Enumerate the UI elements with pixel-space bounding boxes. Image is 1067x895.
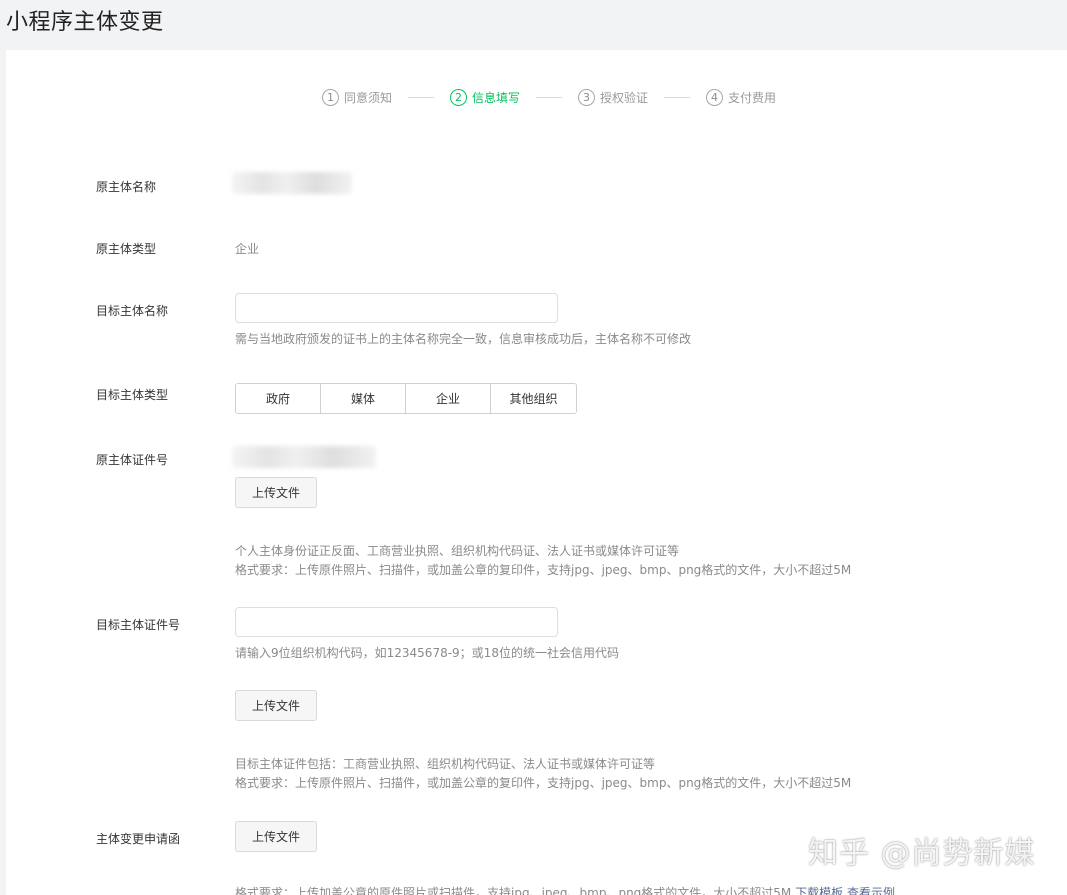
target-name-input[interactable] — [235, 293, 558, 323]
letter-label: 主体变更申请函 — [96, 832, 181, 846]
letter-format-hint: 格式要求：上传加盖公章的原件照片或扫描件，支持jpg、jpeg、bmp、png格… — [235, 884, 895, 895]
target-cert-format-hint: 格式要求：上传原件照片、扫描件，或加盖公章的复印件，支持jpg、jpeg、bmp… — [235, 776, 852, 790]
step-number: 2 — [450, 88, 468, 106]
target-type-option-enterprise[interactable]: 企业 — [406, 384, 491, 413]
orig-name-label: 原主体名称 — [96, 180, 157, 194]
step-info-fill: 2 信息填写 — [450, 88, 521, 106]
target-cert-types-hint: 目标主体证件包括：工商营业执照、组织机构代码证、法人证书或媒体许可证等 — [235, 757, 656, 771]
step-label: 信息填写 — [472, 90, 521, 105]
orig-cert-format-hint: 格式要求：上传原件照片、扫描件，或加盖公章的复印件，支持jpg、jpeg、bmp… — [235, 563, 852, 577]
orig-type-value: 企业 — [235, 242, 260, 256]
step-auth: 3 授权验证 — [578, 88, 649, 106]
target-cert-label: 目标主体证件号 — [96, 618, 181, 632]
step-label: 同意须知 — [344, 90, 393, 105]
step-number: 3 — [578, 88, 596, 106]
step-agree: 1 同意须知 — [322, 88, 393, 106]
target-type-selector: 政府 媒体 企业 其他组织 — [235, 383, 577, 414]
target-type-label: 目标主体类型 — [96, 388, 169, 402]
step-divider — [408, 96, 435, 98]
watermark: 知乎 @尚势新媒 — [808, 836, 1036, 871]
step-indicator: 1 同意须知 2 信息填写 3 授权验证 4 支付费用 — [322, 87, 776, 107]
step-label: 授权验证 — [600, 90, 649, 105]
orig-type-label: 原主体类型 — [96, 242, 157, 256]
orig-name-blurred-value — [232, 172, 352, 194]
download-template-link[interactable]: 下载模板 — [795, 886, 843, 895]
step-label: 支付费用 — [728, 90, 777, 105]
orig-cert-blurred-value — [232, 446, 376, 468]
target-cert-upload-button[interactable]: 上传文件 — [235, 690, 317, 721]
target-type-option-other[interactable]: 其他组织 — [491, 384, 576, 413]
page-title: 小程序主体变更 — [6, 10, 164, 35]
step-number: 4 — [706, 88, 724, 106]
step-payment: 4 支付费用 — [706, 88, 777, 106]
step-divider — [664, 96, 691, 98]
target-cert-input[interactable] — [235, 607, 558, 637]
step-number: 1 — [322, 88, 339, 106]
view-example-link[interactable]: 查看示例 — [847, 886, 895, 895]
letter-upload-button[interactable]: 上传文件 — [235, 821, 317, 852]
step-divider — [536, 96, 563, 98]
target-name-label: 目标主体名称 — [96, 304, 169, 318]
target-type-option-media[interactable]: 媒体 — [321, 384, 406, 413]
target-name-hint: 需与当地政府颁发的证书上的主体名称完全一致，信息审核成功后，主体名称不可修改 — [235, 332, 692, 346]
letter-format-text: 格式要求：上传加盖公章的原件照片或扫描件，支持jpg、jpeg、bmp、png格… — [235, 886, 792, 895]
orig-cert-label: 原主体证件号 — [96, 453, 169, 467]
orig-cert-hint: 个人主体身份证正反面、工商营业执照、组织机构代码证、法人证书或媒体许可证等 — [235, 544, 680, 558]
target-type-option-government[interactable]: 政府 — [236, 384, 321, 413]
target-cert-hint: 请输入9位组织机构代码，如12345678-9；或18位的统一社会信用代码 — [235, 646, 619, 660]
orig-cert-upload-button[interactable]: 上传文件 — [235, 477, 317, 508]
